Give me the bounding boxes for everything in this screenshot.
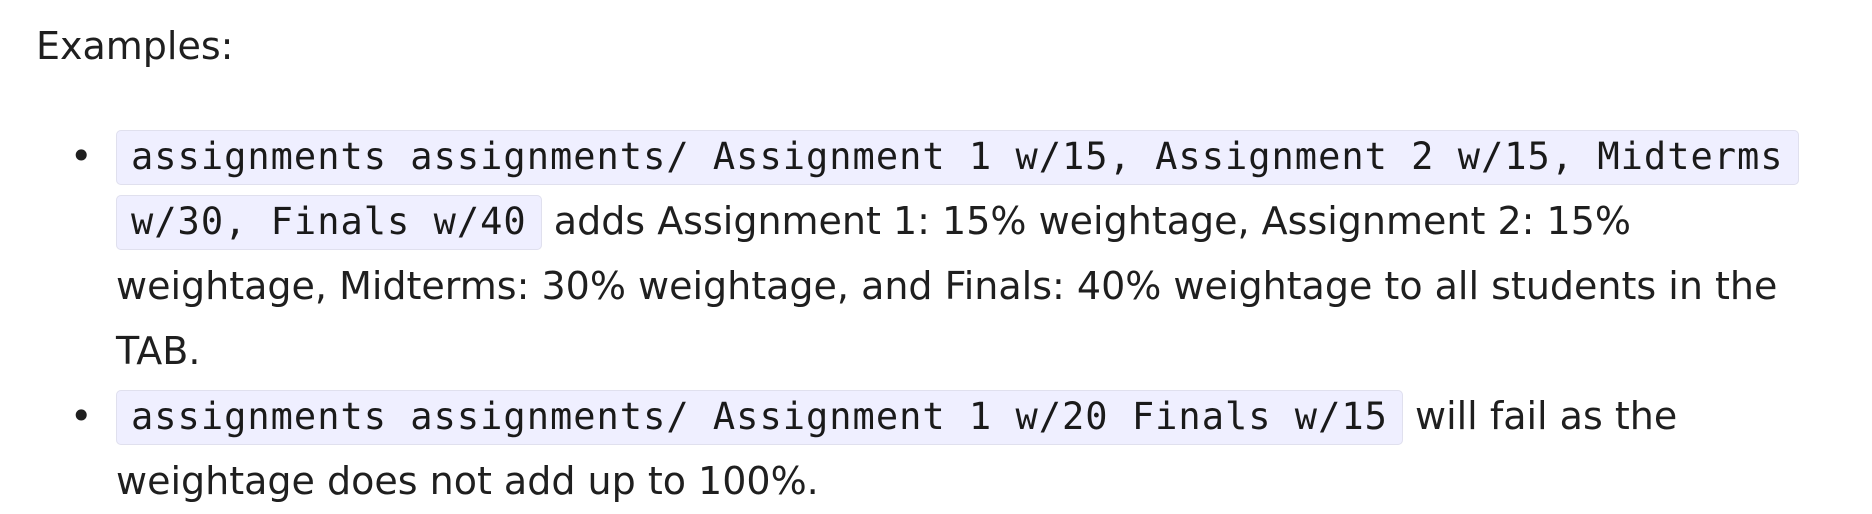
examples-list: • assignments assignments/ Assignment 1 … xyxy=(36,124,1836,514)
list-item: • assignments assignments/ Assignment 1 … xyxy=(36,124,1836,384)
example-command: assignments assignments/ Assignment 1 w/… xyxy=(116,390,1403,445)
list-item: • assignments assignments/ Assignment 1 … xyxy=(36,384,1836,514)
examples-heading: Examples: xyxy=(36,24,234,68)
bullet-icon: • xyxy=(70,394,93,438)
document: Examples: • assignments assignments/ Ass… xyxy=(0,0,1872,514)
bullet-icon: • xyxy=(70,134,93,178)
